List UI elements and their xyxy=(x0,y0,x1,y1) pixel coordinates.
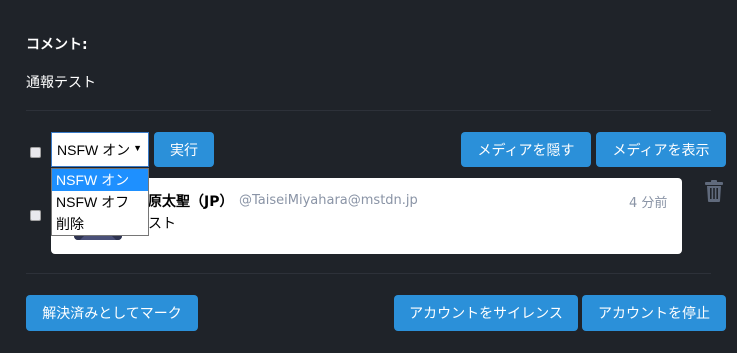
action-select[interactable]: NSFW オン ▼ xyxy=(51,132,149,167)
select-all-checkbox[interactable] xyxy=(30,147,41,158)
dropdown-option-delete[interactable]: 削除 xyxy=(52,213,148,235)
action-select-value: NSFW オン xyxy=(57,141,131,158)
suspend-account-button[interactable]: アカウントを停止 xyxy=(582,295,726,331)
dropdown-option-nsfw-off[interactable]: NSFW オフ xyxy=(52,191,148,213)
action-dropdown-list: NSFW オン NSFW オフ 削除 xyxy=(51,168,149,236)
status-timestamp[interactable]: 4 分前 xyxy=(629,192,667,211)
comment-heading: コメント: xyxy=(26,37,88,53)
trash-icon[interactable] xyxy=(705,180,723,202)
dropdown-option-nsfw-on[interactable]: NSFW オン xyxy=(52,169,148,191)
status-account-handle[interactable]: @TaiseiMiyahara@mstdn.jp xyxy=(239,193,418,208)
divider xyxy=(26,273,711,274)
divider xyxy=(26,110,711,111)
silence-account-button[interactable]: アカウントをサイレンス xyxy=(394,295,578,331)
status-checkbox[interactable] xyxy=(30,210,41,221)
comment-text: 通報テスト xyxy=(26,75,96,91)
hide-media-button[interactable]: メディアを隠す xyxy=(461,132,591,167)
dropdown-arrow-icon: ▼ xyxy=(133,143,142,153)
run-button[interactable]: 実行 xyxy=(154,132,214,167)
mark-resolved-button[interactable]: 解決済みとしてマーク xyxy=(26,295,198,331)
show-media-button[interactable]: メディアを表示 xyxy=(596,132,726,167)
